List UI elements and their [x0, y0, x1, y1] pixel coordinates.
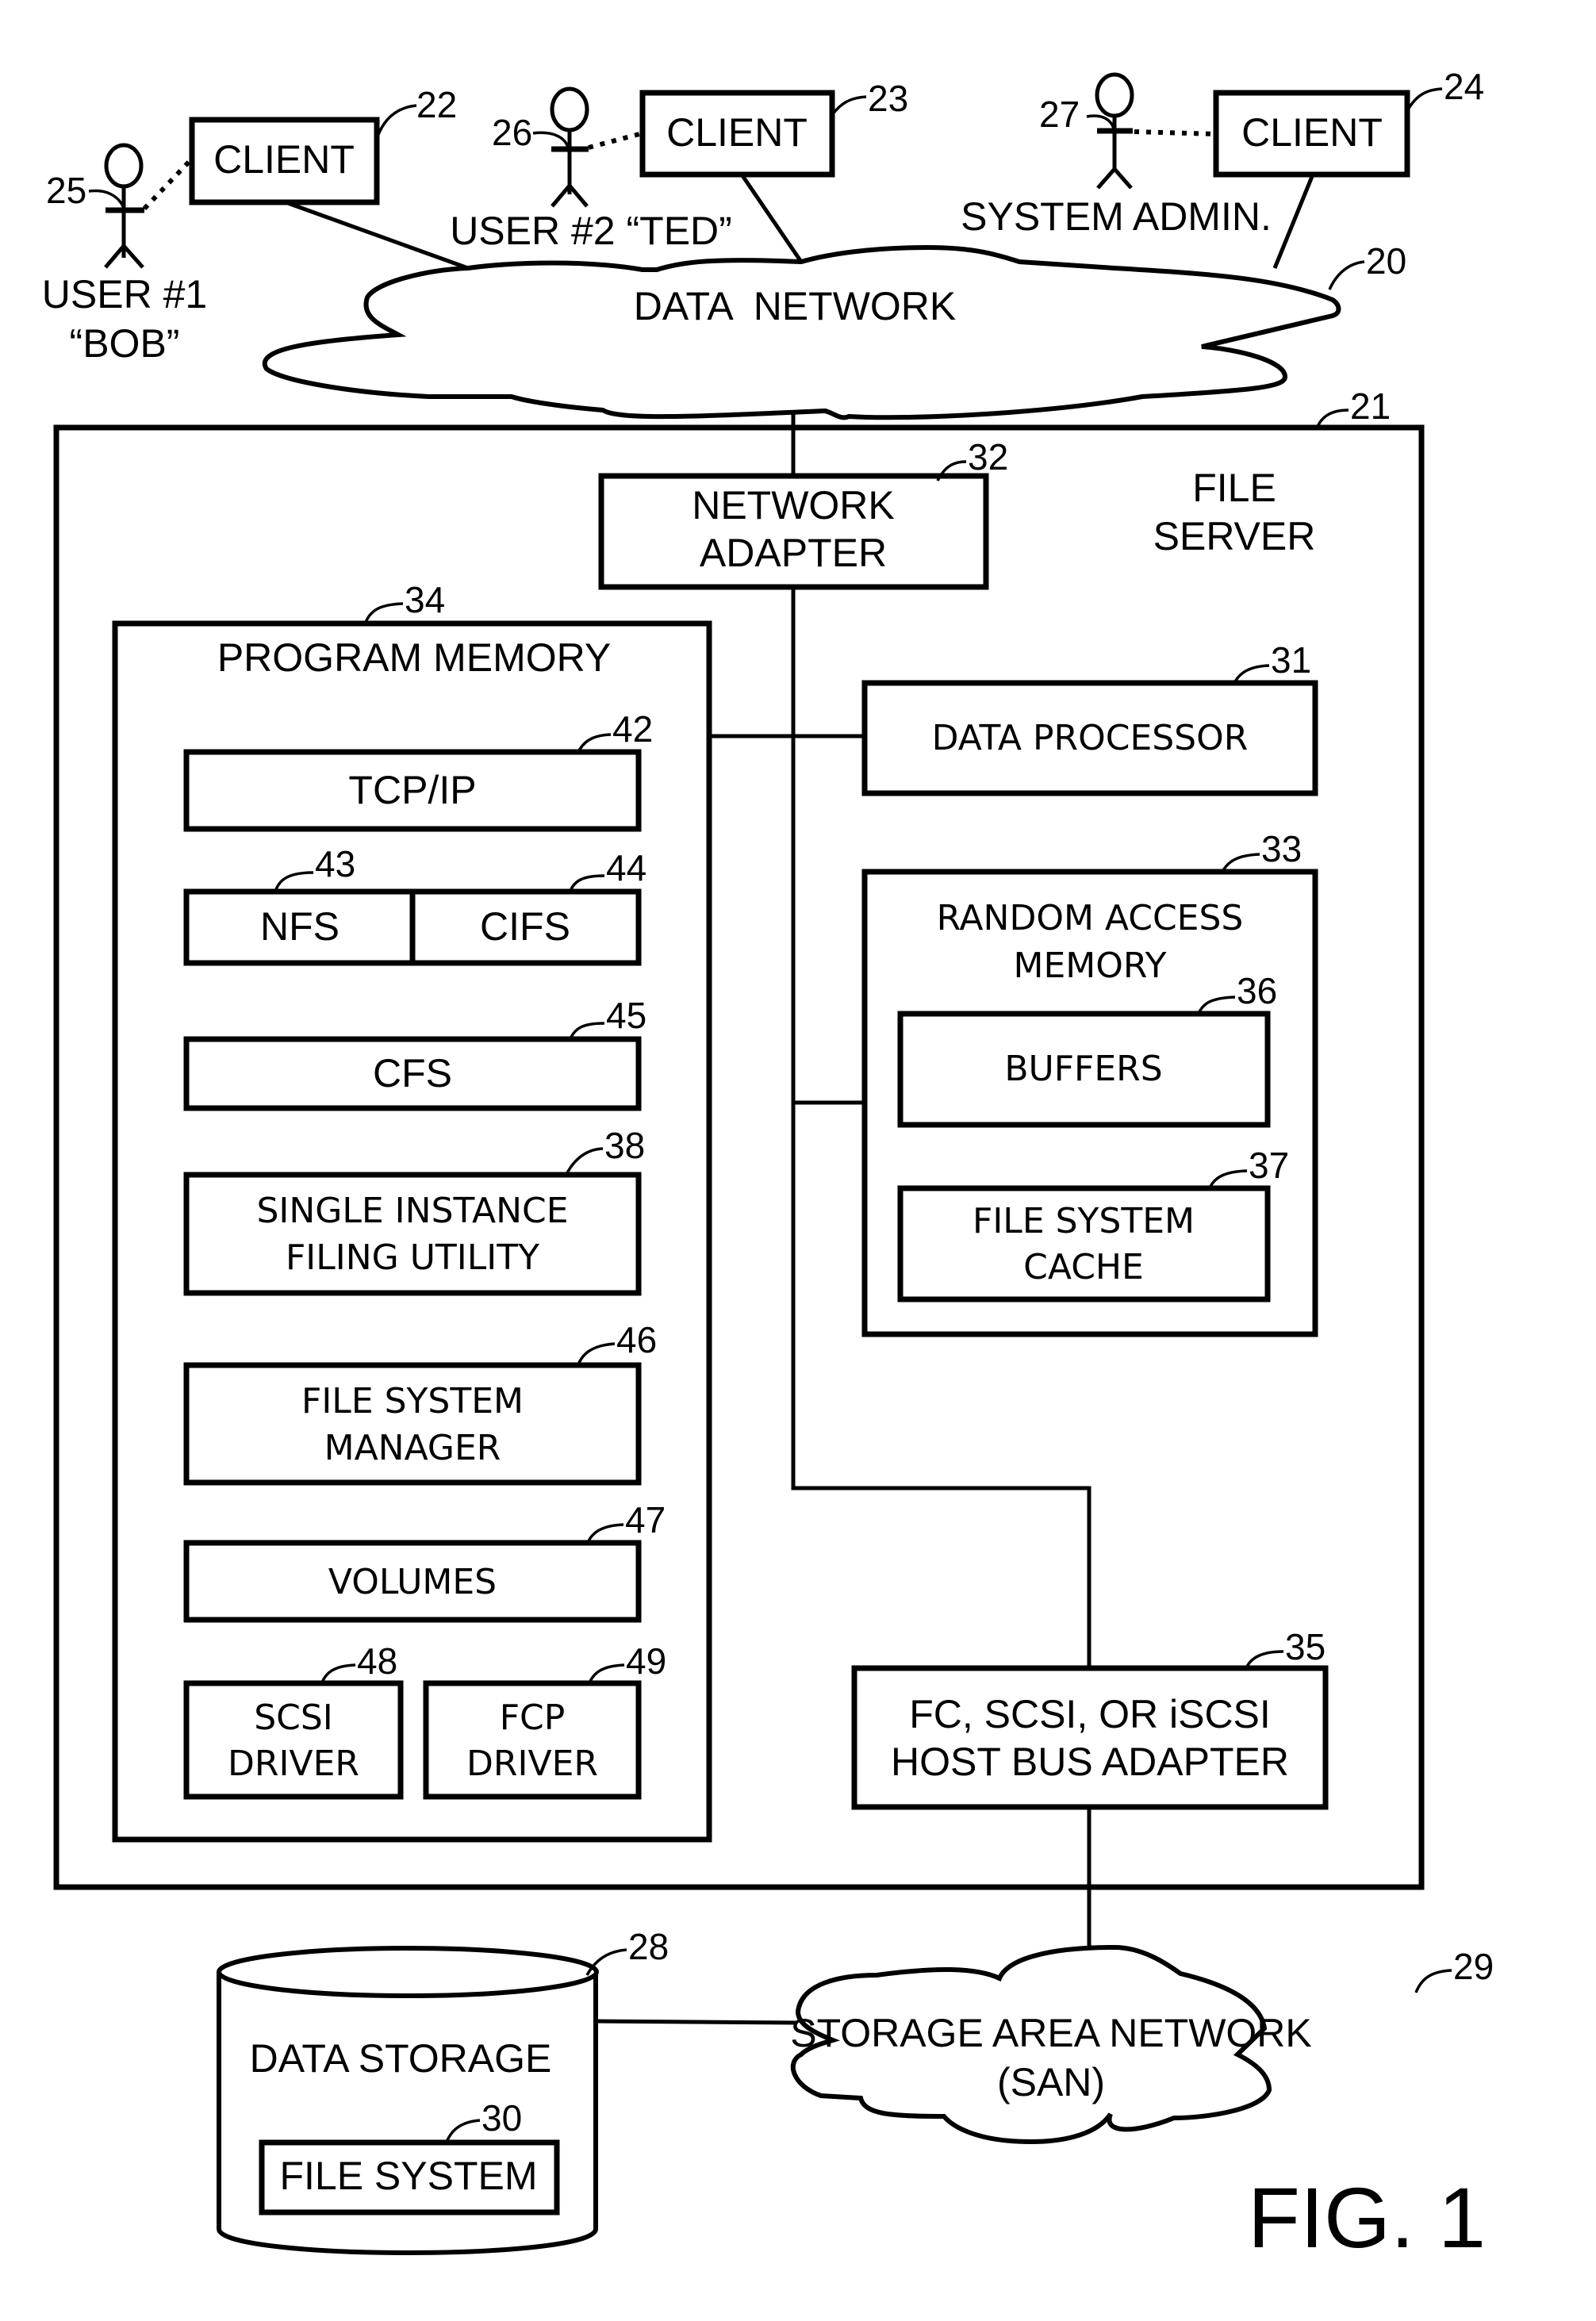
file-system-label: FILE SYSTEM — [279, 2154, 537, 2198]
storage-area-network[interactable]: 29 STORAGE AREA NETWORK (SAN) — [790, 1944, 1494, 2145]
program-memory[interactable]: PROGRAM MEMORY 34 TCP/IP 42 NFS 43 CIFS … — [112, 579, 712, 1843]
buffers-label: BUFFERS — [1004, 1049, 1162, 1089]
ref-number: 28 — [628, 1926, 669, 1967]
client-23[interactable]: CLIENT 23 — [639, 78, 908, 178]
ref-number: 22 — [416, 84, 457, 125]
link-client23-network — [739, 173, 804, 263]
fsm-label: MANAGER — [324, 1428, 501, 1468]
cylinder-top — [217, 1946, 599, 1998]
network-adapter-label: ADAPTER — [700, 531, 887, 575]
ref-number: 46 — [616, 1319, 657, 1360]
cloud-shape[interactable] — [262, 244, 1341, 420]
sifu-label: SINGLE INSTANCE — [256, 1191, 568, 1231]
ref-number: 21 — [1350, 386, 1391, 427]
ref-number: 34 — [405, 579, 445, 620]
user-client-link — [1134, 129, 1217, 136]
ref-number: 32 — [968, 436, 1008, 478]
user-client-link — [588, 131, 643, 150]
client-label: CLIENT — [213, 137, 355, 182]
patent-figure: CLIENT 22 CLIENT 23 CLIENT 24 25 USER #1… — [42, 66, 1494, 2265]
data-storage[interactable]: 28 DATA STORAGE FILE SYSTEM 30 — [217, 1926, 669, 2256]
leader-line — [1406, 87, 1443, 112]
ref-number: 35 — [1285, 1626, 1326, 1667]
data-network[interactable]: 20 DATA NETWORK — [262, 240, 1406, 420]
ref-number: 42 — [612, 708, 653, 750]
leader-line — [1414, 1969, 1452, 1993]
data-storage-label: DATA STORAGE — [250, 2036, 552, 2081]
leader-line — [1086, 114, 1115, 130]
ref-number: 38 — [604, 1125, 645, 1166]
user-client-link — [142, 156, 194, 211]
random-access-memory[interactable]: RANDOM ACCESS MEMORY 33 BUFFERS 36 FILE … — [861, 828, 1318, 1337]
client-24[interactable]: CLIENT 24 — [1213, 66, 1484, 178]
hba-label: HOST BUS ADAPTER — [891, 1740, 1289, 1784]
scsi-driver-label: SCSI — [254, 1698, 333, 1738]
client-22[interactable]: CLIENT 22 — [189, 84, 457, 205]
user-label: SYSTEM ADMIN. — [961, 194, 1272, 239]
leader-line — [88, 189, 125, 209]
figure-label: FIG. 1 — [1248, 2169, 1486, 2265]
ref-number: 23 — [868, 78, 908, 119]
fsm-label: FILE SYSTEM — [301, 1381, 524, 1421]
user-label: USER #1 — [42, 272, 207, 316]
file-server-label: FILE — [1192, 466, 1276, 510]
san-label: STORAGE AREA NETWORK — [790, 2011, 1312, 2055]
ref-number: 24 — [1444, 66, 1484, 107]
leader-line — [1328, 260, 1365, 290]
ram-label: RANDOM ACCESS — [937, 898, 1244, 938]
user-label: USER #2 “TED” — [450, 209, 732, 253]
fs-cache-label: CACHE — [1023, 1247, 1144, 1287]
link-storage-san — [595, 2019, 798, 2025]
ref-number: 37 — [1249, 1145, 1289, 1186]
fcp-driver-label: DRIVER — [466, 1744, 598, 1784]
leader-line — [831, 95, 867, 117]
fs-cache-label: FILE SYSTEM — [973, 1201, 1195, 1241]
ref-number: 26 — [492, 112, 532, 153]
ref-number: 44 — [606, 847, 646, 888]
ref-number: 30 — [481, 2097, 522, 2139]
ref-number: 27 — [1039, 94, 1080, 135]
san-label: (SAN) — [997, 2060, 1105, 2104]
hba-box[interactable] — [851, 1665, 1329, 1810]
ref-number: 25 — [46, 170, 86, 211]
stick-figure-icon — [1095, 72, 1134, 190]
leader-line — [375, 104, 417, 140]
user-bob: 25 USER #1 “BOB” — [42, 143, 207, 366]
ref-number: 36 — [1237, 970, 1277, 1011]
nfs-label: NFS — [260, 904, 340, 949]
client-label: CLIENT — [1241, 110, 1383, 155]
ref-number: 20 — [1366, 240, 1406, 282]
ref-number: 49 — [626, 1640, 666, 1682]
ref-number: 29 — [1453, 1946, 1494, 1987]
scsi-driver-label: DRIVER — [228, 1744, 359, 1784]
file-server-label: SERVER — [1153, 514, 1316, 558]
ref-number: 47 — [625, 1499, 666, 1540]
cifs-label: CIFS — [480, 904, 570, 949]
data-processor-label: DATA PROCESSOR — [932, 718, 1249, 758]
volumes-label: VOLUMES — [328, 1562, 497, 1602]
hba-label: FC, SCSI, OR iSCSI — [909, 1692, 1271, 1736]
ref-number: 45 — [606, 995, 646, 1036]
program-memory-label: PROGRAM MEMORY — [217, 635, 611, 680]
stick-figure-icon — [550, 86, 589, 208]
user-label: “BOB” — [70, 321, 180, 366]
cfs-label: CFS — [373, 1051, 452, 1095]
leader-line — [532, 131, 570, 148]
ref-number: 48 — [357, 1640, 397, 1682]
network-adapter-label: NETWORK — [692, 483, 895, 528]
sifu-label: FILING UTILITY — [286, 1237, 539, 1278]
link-client24-network — [1272, 174, 1315, 269]
ref-number: 33 — [1261, 828, 1302, 869]
network-adapter[interactable]: NETWORK ADAPTER 32 — [598, 436, 1008, 590]
ram-label: MEMORY — [1014, 946, 1167, 986]
data-processor[interactable]: DATA PROCESSOR 31 — [861, 639, 1318, 796]
tcpip-label: TCP/IP — [348, 768, 476, 812]
link-client22-network — [285, 200, 469, 270]
client-label: CLIENT — [666, 110, 808, 155]
network-label: DATA NETWORK — [634, 284, 957, 328]
fcp-driver-label: FCP — [500, 1698, 566, 1738]
ref-number: 43 — [315, 843, 355, 884]
stick-figure-icon — [104, 143, 144, 269]
ref-number: 31 — [1271, 639, 1311, 681]
